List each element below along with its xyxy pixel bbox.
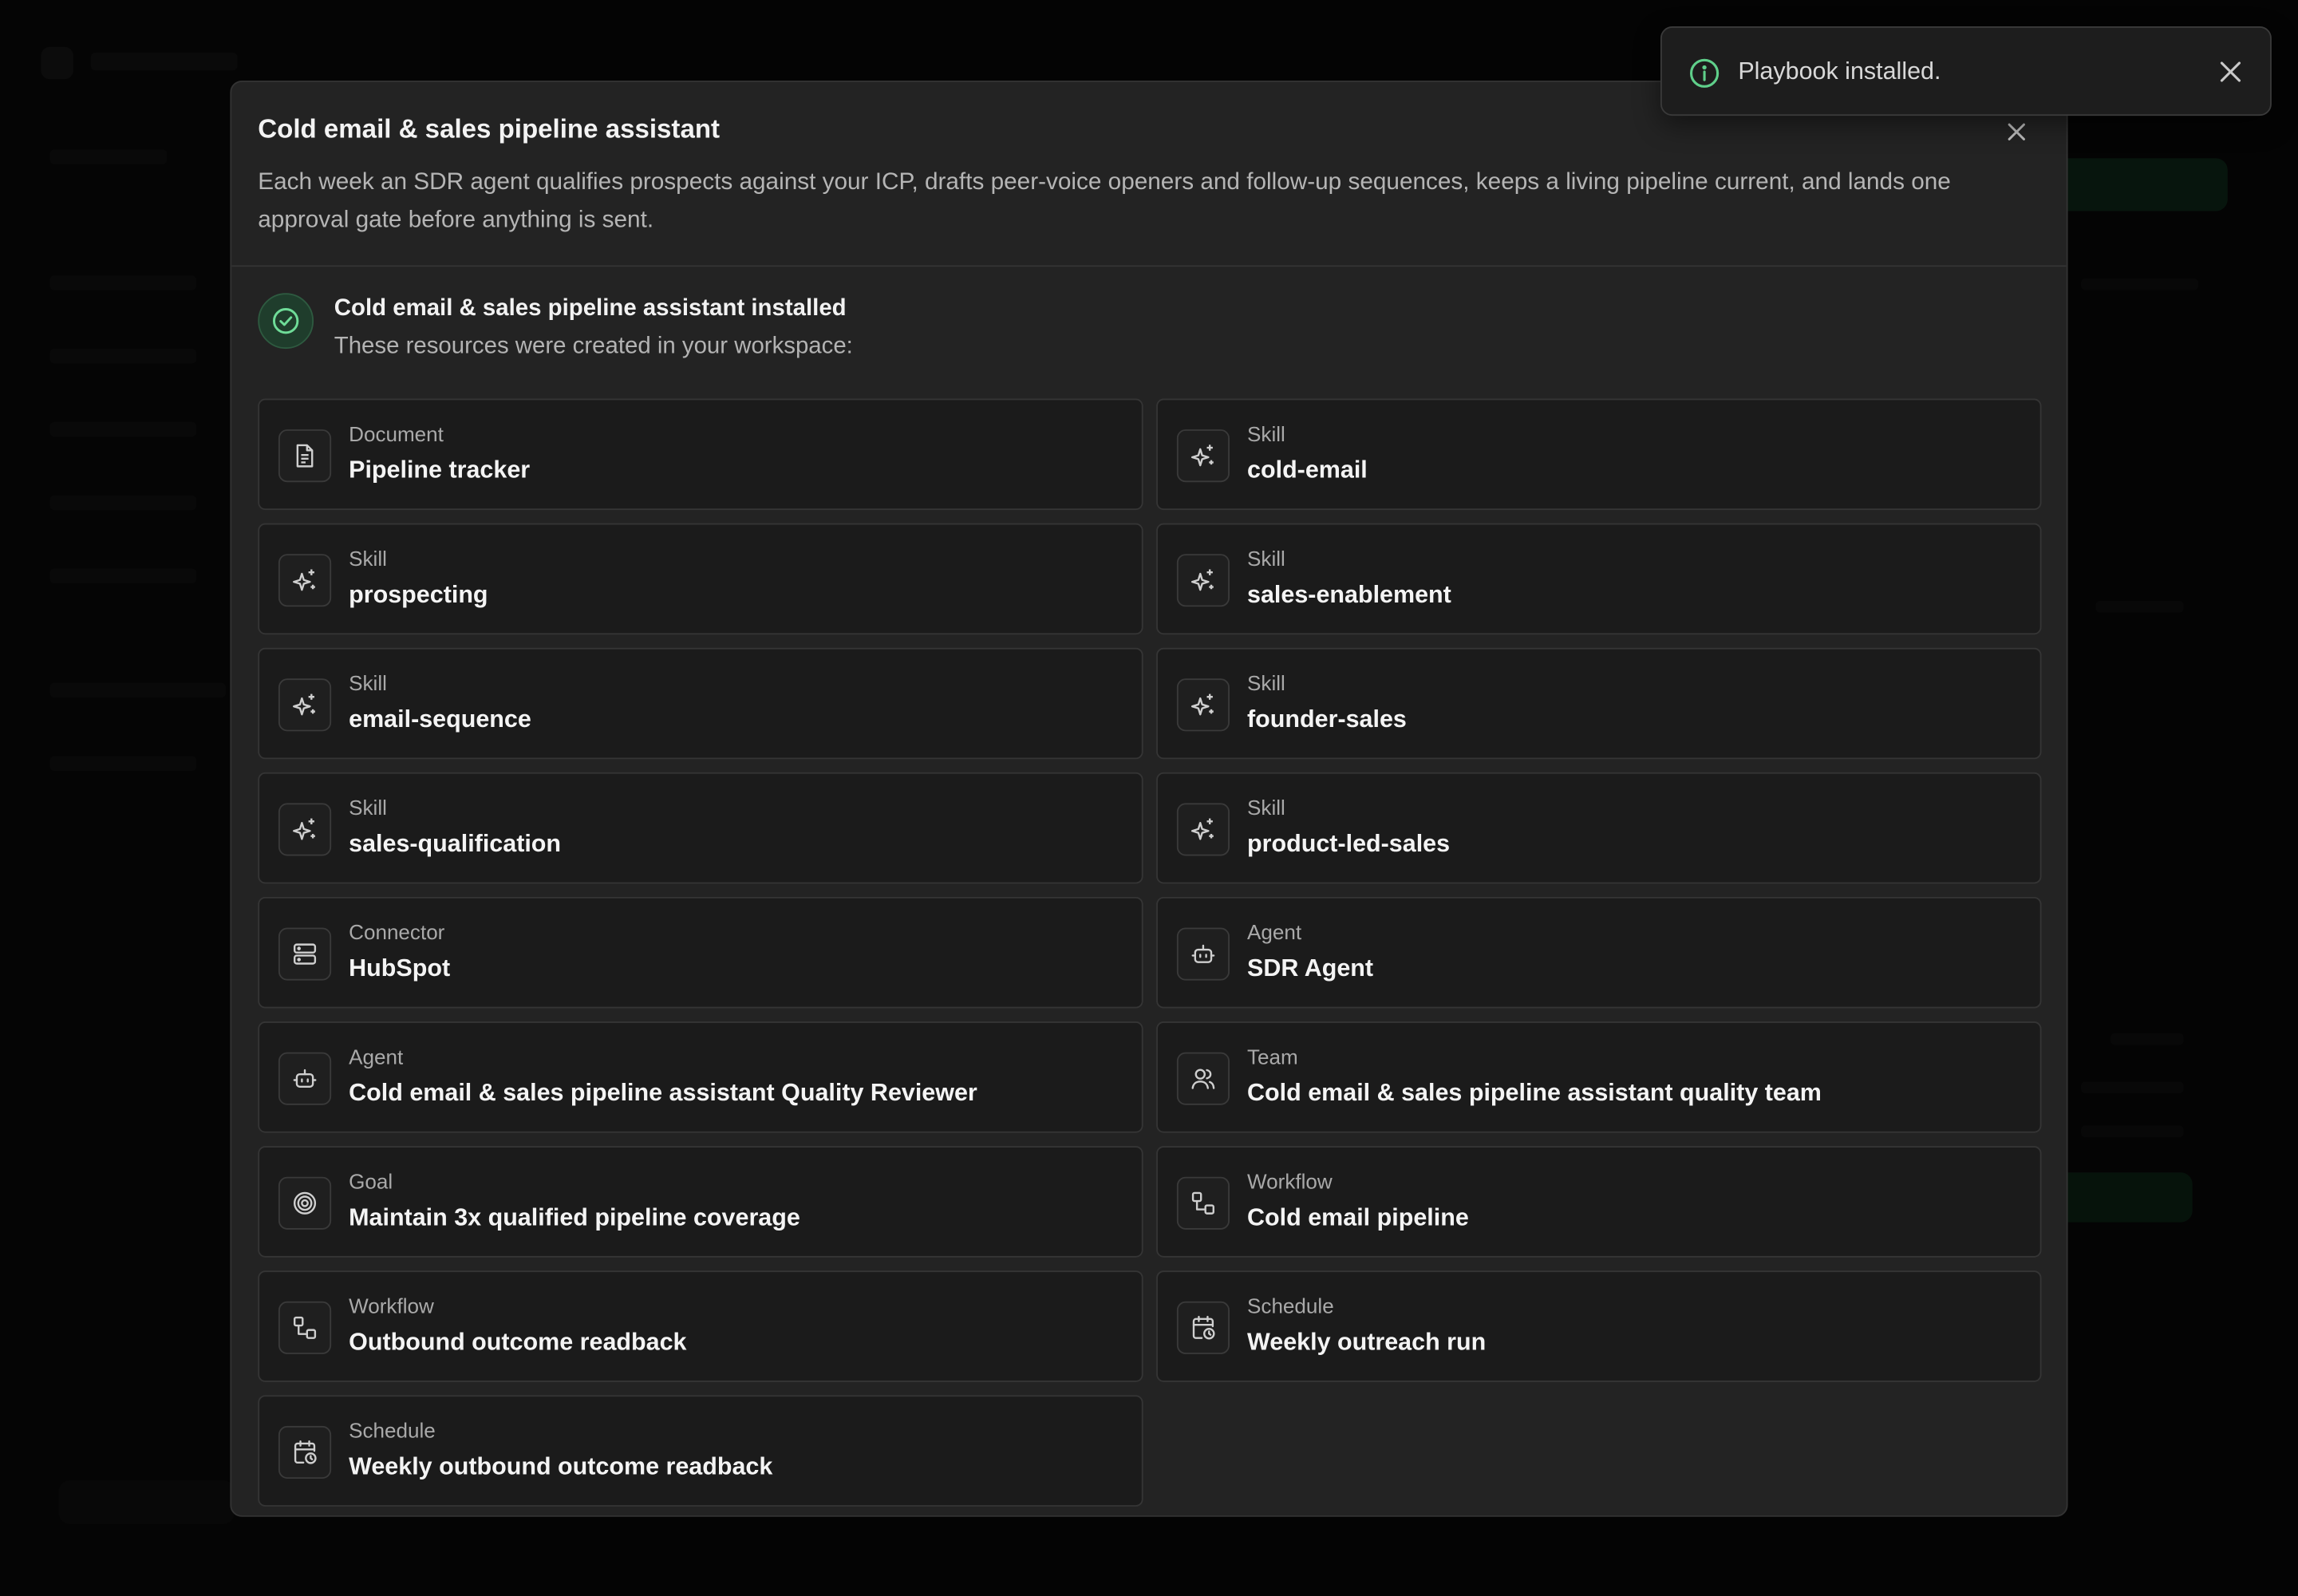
server-icon xyxy=(278,927,332,981)
bot-icon xyxy=(278,1052,332,1105)
success-badge xyxy=(258,293,314,350)
resource-type: Skill xyxy=(1247,797,1285,821)
resource-name: Pipeline tracker xyxy=(349,456,531,484)
close-icon xyxy=(2008,123,2025,140)
toast-notification: Playbook installed. xyxy=(1660,26,2272,117)
success-title: Cold email & sales pipeline assistant in… xyxy=(334,295,847,322)
sparkles-icon xyxy=(278,803,332,856)
resource-card[interactable]: Document Pipeline tracker xyxy=(258,398,1143,511)
success-subtitle: These resources were created in your wor… xyxy=(334,334,853,359)
sparkles-icon xyxy=(1176,803,1230,856)
resource-name: HubSpot xyxy=(349,954,451,982)
resource-card[interactable]: Skill email-sequence xyxy=(258,647,1143,760)
resource-card[interactable]: Skill sales-enablement xyxy=(1156,523,2042,635)
resource-card[interactable]: Skill prospecting xyxy=(258,523,1143,635)
dialog-description: Each week an SDR agent qualifies prospec… xyxy=(258,168,1951,234)
resource-type: Team xyxy=(1247,1046,1298,1070)
resource-card[interactable]: Workflow Outbound outcome readback xyxy=(258,1270,1143,1382)
calendar-clock-icon xyxy=(278,1425,332,1479)
target-icon xyxy=(278,1176,332,1230)
resource-type: Skill xyxy=(349,547,387,572)
toast-close-button[interactable] xyxy=(2214,56,2246,88)
resource-type: Connector xyxy=(349,922,445,946)
resource-type: Goal xyxy=(349,1171,393,1195)
users-icon xyxy=(1176,1052,1230,1105)
close-icon xyxy=(2220,61,2241,82)
toast-message: Playbook installed. xyxy=(1738,57,1941,85)
sparkles-icon xyxy=(278,554,332,607)
resource-card[interactable]: Skill sales-qualification xyxy=(258,772,1143,884)
resource-card[interactable]: Skill product-led-sales xyxy=(1156,772,2042,884)
resource-name: sales-qualification xyxy=(349,829,562,858)
resource-name: Maintain 3x qualified pipeline coverage xyxy=(349,1203,800,1231)
install-success-banner: Cold email & sales pipeline assistant in… xyxy=(258,293,1577,369)
resource-type: Skill xyxy=(1247,423,1285,448)
resource-card[interactable]: Schedule Weekly outreach run xyxy=(1156,1270,2042,1382)
resource-card[interactable]: Skill founder-sales xyxy=(1156,647,2042,760)
dialog-title: Cold email & sales pipeline assistant xyxy=(258,114,721,144)
sparkles-icon xyxy=(1176,678,1230,732)
resource-card[interactable]: Workflow Cold email pipeline xyxy=(1156,1146,2042,1258)
resource-type: Workflow xyxy=(349,1295,434,1319)
sparkles-icon xyxy=(1176,429,1230,483)
resource-name: Weekly outreach run xyxy=(1247,1327,1487,1356)
workflow-icon xyxy=(278,1301,332,1354)
install-playbook-dialog: Cold email & sales pipeline assistant Ea… xyxy=(230,81,2068,1517)
calendar-clock-icon xyxy=(1176,1301,1230,1354)
resource-card[interactable]: Connector HubSpot xyxy=(258,896,1143,1009)
resource-name: SDR Agent xyxy=(1247,954,1374,982)
dialog-close-button[interactable] xyxy=(2002,117,2031,147)
resource-type: Agent xyxy=(1247,922,1302,946)
sparkles-icon xyxy=(278,678,332,732)
resource-type: Document xyxy=(349,423,444,448)
resource-type: Schedule xyxy=(349,1420,436,1444)
resource-type: Skill xyxy=(1247,547,1285,572)
resource-type: Workflow xyxy=(1247,1171,1333,1195)
resource-type: Skill xyxy=(349,797,387,821)
resource-name: Cold email & sales pipeline assistant qu… xyxy=(1247,1078,1822,1107)
bot-icon xyxy=(1176,927,1230,981)
resource-name: Outbound outcome readback xyxy=(349,1327,687,1356)
resource-card[interactable]: Goal Maintain 3x qualified pipeline cover… xyxy=(258,1146,1143,1258)
resource-name: sales-enablement xyxy=(1247,580,1451,609)
resource-name: founder-sales xyxy=(1247,705,1407,733)
document-icon xyxy=(278,429,332,483)
resource-name: Cold email pipeline xyxy=(1247,1203,1469,1231)
resource-card[interactable]: Schedule Weekly outbound outcome readback xyxy=(258,1395,1143,1507)
resource-type: Skill xyxy=(1247,672,1285,697)
resource-card[interactable]: Agent SDR Agent xyxy=(1156,896,2042,1009)
resource-name: product-led-sales xyxy=(1247,829,1451,858)
check-circle-icon xyxy=(272,308,299,334)
resource-card[interactable]: Agent Cold email & sales pipeline assista… xyxy=(258,1021,1143,1133)
resource-type: Agent xyxy=(349,1046,404,1070)
resource-type: Schedule xyxy=(1247,1295,1334,1319)
info-icon xyxy=(1688,57,1720,89)
sparkles-icon xyxy=(1176,554,1230,607)
workflow-icon xyxy=(1176,1176,1230,1230)
resource-name: Cold email & sales pipeline assistant Qu… xyxy=(349,1078,977,1107)
resource-name: cold-email xyxy=(1247,456,1368,484)
resource-list: Document Pipeline tracker Skill cold-email S… xyxy=(258,398,2042,1507)
resource-card[interactable]: Skill cold-email xyxy=(1156,398,2042,511)
resource-card[interactable]: Team Cold email & sales pipeline assistan… xyxy=(1156,1021,2042,1133)
resource-name: prospecting xyxy=(349,580,488,609)
resource-name: email-sequence xyxy=(349,705,531,733)
resource-name: Weekly outbound outcome readback xyxy=(349,1452,773,1480)
resource-type: Skill xyxy=(349,672,387,697)
